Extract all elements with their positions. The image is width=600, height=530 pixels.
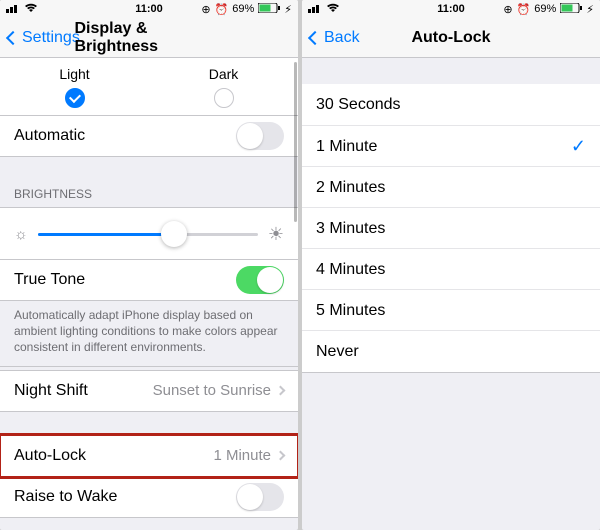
content-scroll[interactable]: 30 Seconds 1 Minute ✓ 2 Minutes 3 Minute… <box>302 58 600 530</box>
back-button[interactable]: Back <box>302 29 360 47</box>
charging-icon: ⚡︎ <box>284 3 292 16</box>
true-tone-footer: Automatically adapt iPhone display based… <box>0 301 298 367</box>
option-5-minutes[interactable]: 5 Minutes <box>302 289 600 331</box>
brightness-slider[interactable] <box>38 220 258 248</box>
chevron-right-icon <box>276 451 286 461</box>
status-bar: 11:00 ⊕ ⏰ 69% ⚡︎ <box>302 0 600 18</box>
sun-small-icon: ☼ <box>14 226 28 243</box>
slider-thumb[interactable] <box>161 221 187 247</box>
auto-lock-detail: 1 Minute <box>213 447 271 464</box>
option-30-seconds[interactable]: 30 Seconds <box>302 84 600 126</box>
status-time: 11:00 <box>135 3 163 15</box>
option-4-minutes[interactable]: 4 Minutes <box>302 248 600 290</box>
auto-lock-label: Auto-Lock <box>14 447 86 465</box>
night-shift-row[interactable]: Night Shift Sunset to Sunrise <box>0 370 298 412</box>
true-tone-toggle[interactable] <box>236 266 284 294</box>
true-tone-row[interactable]: True Tone <box>0 259 298 301</box>
status-time: 11:00 <box>437 3 465 15</box>
orientation-lock-icon: ⊕ <box>503 3 512 16</box>
raise-to-wake-row[interactable]: Raise to Wake <box>0 476 298 518</box>
screen-auto-lock: 11:00 ⊕ ⏰ 69% ⚡︎ Back Auto-Lock 30 Secon… <box>302 0 600 530</box>
option-label: Never <box>316 343 359 361</box>
radio-unchecked-icon <box>214 88 234 108</box>
back-label: Settings <box>22 29 80 47</box>
screen-display-brightness: 11:00 ⊕ ⏰ 69% ⚡︎ Settings Display & Brig… <box>0 0 298 530</box>
check-icon: ✓ <box>571 136 586 157</box>
option-1-minute[interactable]: 1 Minute ✓ <box>302 125 600 167</box>
battery-percent: 69% <box>232 3 254 15</box>
option-3-minutes[interactable]: 3 Minutes <box>302 207 600 249</box>
brightness-slider-row: ☼ ☀︎ <box>0 207 298 260</box>
chevron-left-icon <box>6 30 20 44</box>
option-label: 2 Minutes <box>316 179 385 197</box>
automatic-toggle[interactable] <box>236 122 284 150</box>
chevron-right-icon <box>276 386 286 396</box>
battery-icon <box>560 3 582 16</box>
page-title: Auto-Lock <box>411 29 490 47</box>
appearance-selector: Light Dark <box>0 58 298 116</box>
auto-lock-row[interactable]: Auto-Lock 1 Minute <box>0 435 298 477</box>
option-2-minutes[interactable]: 2 Minutes <box>302 166 600 208</box>
night-shift-detail: Sunset to Sunrise <box>153 382 271 399</box>
auto-lock-options: 30 Seconds 1 Minute ✓ 2 Minutes 3 Minute… <box>302 84 600 373</box>
automatic-label: Automatic <box>14 127 85 145</box>
back-label: Back <box>324 29 360 47</box>
option-label: 1 Minute <box>316 138 377 156</box>
page-title: Display & Brightness <box>75 20 224 56</box>
battery-percent: 69% <box>534 3 556 15</box>
content-scroll[interactable]: Light Dark Automatic BRIGHTNESS ☼ ☀︎ T <box>0 58 298 530</box>
status-bar: 11:00 ⊕ ⏰ 69% ⚡︎ <box>0 0 298 18</box>
nav-bar: Settings Display & Brightness <box>0 18 298 58</box>
scroll-indicator <box>294 62 297 222</box>
option-label: 4 Minutes <box>316 261 385 279</box>
option-label: 30 Seconds <box>316 96 401 114</box>
orientation-lock-icon: ⊕ <box>201 3 210 16</box>
night-shift-label: Night Shift <box>14 382 88 400</box>
sun-large-icon: ☀︎ <box>268 224 284 245</box>
alarm-icon: ⏰ <box>517 3 531 16</box>
nav-bar: Back Auto-Lock <box>302 18 600 58</box>
raise-to-wake-label: Raise to Wake <box>14 488 117 506</box>
appearance-dark-option[interactable]: Dark <box>149 66 298 108</box>
back-button[interactable]: Settings <box>0 29 80 47</box>
appearance-light-label: Light <box>59 66 89 82</box>
option-label: 5 Minutes <box>316 302 385 320</box>
option-never[interactable]: Never <box>302 330 600 372</box>
appearance-dark-label: Dark <box>209 66 239 82</box>
charging-icon: ⚡︎ <box>586 3 594 16</box>
automatic-row[interactable]: Automatic <box>0 115 298 157</box>
wifi-icon <box>326 3 340 16</box>
alarm-icon: ⏰ <box>215 3 229 16</box>
chevron-left-icon <box>308 30 322 44</box>
raise-to-wake-toggle[interactable] <box>236 483 284 511</box>
wifi-icon <box>24 3 38 16</box>
radio-checked-icon <box>65 88 85 108</box>
true-tone-label: True Tone <box>14 271 85 289</box>
option-label: 3 Minutes <box>316 220 385 238</box>
battery-icon <box>258 3 280 16</box>
appearance-light-option[interactable]: Light <box>0 66 149 108</box>
signal-icon <box>308 3 322 16</box>
signal-icon <box>6 3 20 16</box>
brightness-header: BRIGHTNESS <box>0 181 298 207</box>
